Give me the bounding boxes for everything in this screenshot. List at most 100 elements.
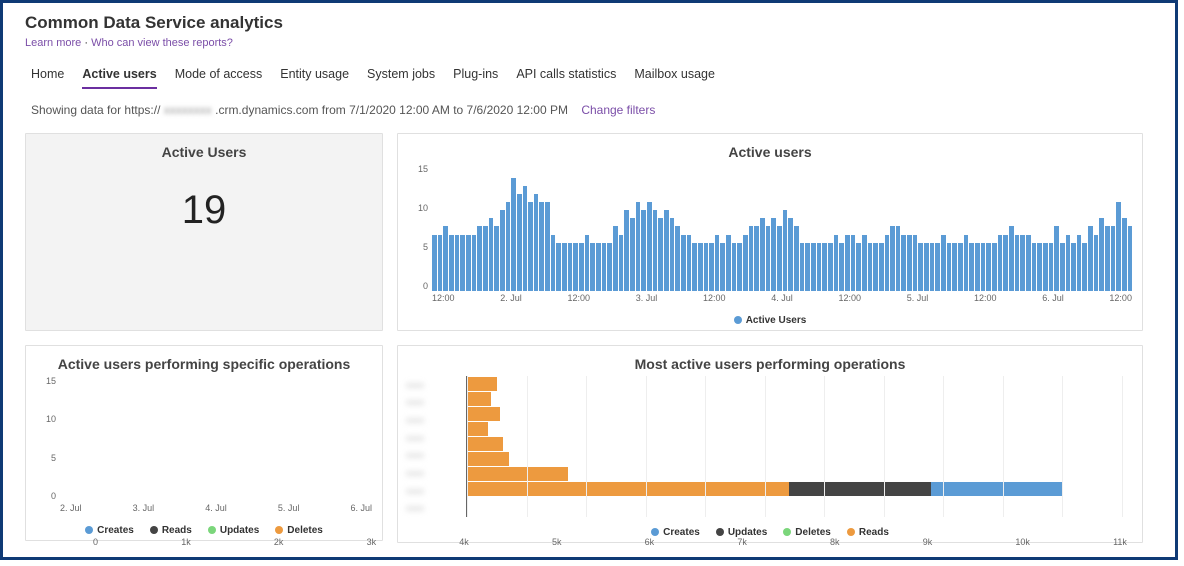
tabs: Home Active users Mode of access Entity usa…: [3, 67, 1175, 89]
kpi-title: Active Users: [162, 134, 247, 164]
tab-api-calls-statistics[interactable]: API calls statistics: [516, 67, 616, 89]
most-active-chart-card: Most active users performing operations …: [397, 345, 1143, 543]
bar: [1060, 243, 1065, 291]
bar: [788, 218, 793, 291]
bar: [715, 235, 720, 291]
bar: [1077, 235, 1082, 291]
bar: [766, 226, 771, 291]
bar: [562, 243, 567, 291]
tab-entity-usage[interactable]: Entity usage: [280, 67, 349, 89]
bar: [771, 218, 776, 291]
bar: [862, 235, 867, 291]
tab-home[interactable]: Home: [31, 67, 64, 89]
page-title: Common Data Service analytics: [25, 13, 1153, 33]
bar: [528, 202, 533, 291]
bar: [777, 226, 782, 291]
operations-chart-card: Active users performing specific operati…: [25, 345, 383, 541]
bar: [556, 243, 561, 291]
header-links: Learn more · Who can view these reports?: [25, 37, 1153, 49]
analytics-frame: Common Data Service analytics Learn more…: [0, 0, 1178, 560]
bar: [1043, 243, 1048, 291]
tab-mode-of-access[interactable]: Mode of access: [175, 67, 263, 89]
bar: [602, 243, 607, 291]
bar: [737, 243, 742, 291]
bar: [466, 235, 471, 291]
bar: [975, 243, 980, 291]
bar: [760, 218, 765, 291]
bar: [947, 243, 952, 291]
bar: [438, 235, 443, 291]
bar: [539, 202, 544, 291]
bar: [879, 243, 884, 291]
bar: [1082, 243, 1087, 291]
bar: [720, 243, 725, 291]
bar: [579, 243, 584, 291]
bar: [489, 218, 494, 291]
bar: [868, 243, 873, 291]
who-can-view-link[interactable]: Who can view these reports?: [91, 37, 233, 49]
learn-more-link[interactable]: Learn more: [25, 37, 81, 49]
bar: [969, 243, 974, 291]
bar: [1128, 226, 1133, 291]
bar: [1105, 226, 1110, 291]
bar: [958, 243, 963, 291]
bar: [596, 243, 601, 291]
change-filters-link[interactable]: Change filters: [581, 103, 655, 117]
bar: [641, 210, 646, 291]
bar: [918, 243, 923, 291]
kpi-active-users-card: Active Users 19: [25, 133, 383, 331]
bar: [981, 243, 986, 291]
bar: [670, 218, 675, 291]
bar: [517, 194, 522, 291]
bar: [455, 235, 460, 291]
bar: [675, 226, 680, 291]
bar: [653, 210, 658, 291]
bar: [630, 218, 635, 291]
bar: [1020, 235, 1025, 291]
bar: [754, 226, 759, 291]
bar: [443, 226, 448, 291]
bar: [811, 243, 816, 291]
bar: [607, 243, 612, 291]
tab-plug-ins[interactable]: Plug-ins: [453, 67, 498, 89]
bar: [523, 186, 528, 291]
bar: [704, 243, 709, 291]
bar: [1015, 235, 1020, 291]
bar: [839, 243, 844, 291]
bar: [534, 194, 539, 291]
tab-mailbox-usage[interactable]: Mailbox usage: [634, 67, 715, 89]
bar: [636, 202, 641, 291]
bar: [1094, 235, 1099, 291]
bar: [1054, 226, 1059, 291]
bar: [460, 235, 465, 291]
bar: [828, 243, 833, 291]
tab-active-users[interactable]: Active users: [82, 67, 156, 89]
active-users-chart: 151050 12:002. Jul12:003. Jul12:004. Jul…: [432, 164, 1132, 305]
bar: [783, 210, 788, 291]
bar: [432, 235, 437, 291]
bar: [500, 210, 505, 291]
bar: [709, 243, 714, 291]
content-scroll[interactable]: Active Users 19 Active users 151050 12:0…: [25, 133, 1147, 551]
bar: [619, 235, 624, 291]
bar: [817, 243, 822, 291]
tab-system-jobs[interactable]: System jobs: [367, 67, 435, 89]
bar: [935, 243, 940, 291]
header: Common Data Service analytics Learn more…: [3, 3, 1175, 49]
bar: [726, 235, 731, 291]
bar: [1032, 243, 1037, 291]
bar: [647, 202, 652, 291]
bar: [545, 202, 550, 291]
bar: [845, 235, 850, 291]
bar: [624, 210, 629, 291]
bar: [494, 226, 499, 291]
bar: [472, 235, 477, 291]
bar: [692, 243, 697, 291]
bar: [477, 226, 482, 291]
bar: [986, 243, 991, 291]
bar: [913, 235, 918, 291]
operations-chart: 151050 2. Jul3. Jul4. Jul5. Jul6. Jul: [60, 376, 372, 515]
bar: [658, 218, 663, 291]
bar: [573, 243, 578, 291]
bar: [483, 226, 488, 291]
